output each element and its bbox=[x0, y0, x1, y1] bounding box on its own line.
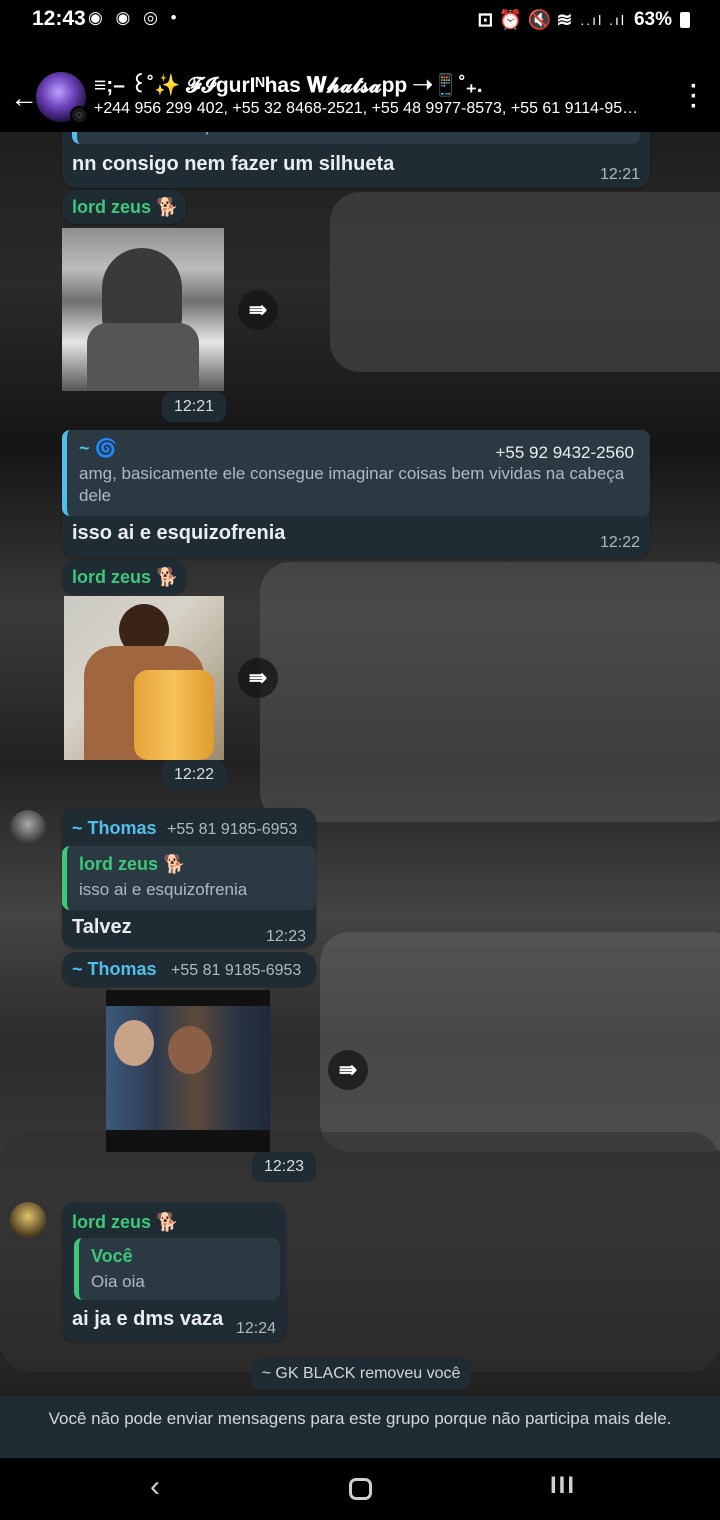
image-message[interactable] bbox=[64, 596, 224, 760]
wallpaper-shape bbox=[260, 562, 720, 822]
forward-icon[interactable]: ⇛ bbox=[328, 1050, 368, 1090]
avatar-status-icon: ◌ bbox=[70, 106, 88, 124]
sender-name[interactable]: ~ Thomas bbox=[72, 818, 157, 838]
image-figure bbox=[87, 323, 199, 391]
sender-name[interactable]: lord zeus 🐕 bbox=[72, 1212, 178, 1233]
nav-recent-apps-icon[interactable]: III bbox=[550, 1472, 576, 1500]
quoted-text: isso ai e esquizofrenia bbox=[79, 880, 248, 899]
forward-icon[interactable]: ⇛ bbox=[238, 658, 278, 698]
message-time: 12:24 bbox=[235, 1320, 276, 1337]
sender-name[interactable]: lord zeus 🐕 bbox=[72, 197, 178, 218]
message-time: 12:21 bbox=[599, 166, 640, 183]
quoted-message[interactable]: Você Oia oia bbox=[74, 1238, 280, 1300]
chat-header: ← ◌ ≡;– ꒰˚✨ 𝓕𝓘gurIᴺhas 𝐖𝓱𝓪𝓽𝓼𝓪pp ➝📱˚₊. +2… bbox=[0, 40, 720, 132]
quoted-sender: lord zeus 🐕 bbox=[79, 854, 186, 874]
system-message: ~ GK BLACK removeu você bbox=[252, 1358, 470, 1390]
not-participant-notice: Você não pode enviar mensagens para este… bbox=[0, 1396, 720, 1458]
wallpaper-shape bbox=[320, 932, 720, 1152]
quoted-message[interactable]: lord zeus 🐕 isso ai e esquizofrenia bbox=[62, 846, 316, 910]
message-time: 12:22 bbox=[599, 534, 640, 551]
message-bubble[interactable]: ~ Thomas +55 81 9185-6953 lord zeus 🐕 is… bbox=[62, 808, 316, 948]
sender-bubble[interactable]: ~ Thomas +55 81 9185-6953 bbox=[62, 952, 316, 986]
quoted-phone: +55 92 9432-2560 bbox=[495, 443, 635, 462]
sender-phone: +55 81 9185-6953 bbox=[166, 821, 298, 838]
message-bubble[interactable]: lord zeus 🐕 Você Oia oia ai ja e dms vaz… bbox=[62, 1202, 286, 1342]
message-bubble[interactable]: ~ 🌀 +55 92 9432-2560 amg, basicamente el… bbox=[62, 430, 650, 558]
image-message[interactable] bbox=[106, 990, 270, 1152]
back-arrow-icon[interactable]: ← bbox=[10, 82, 38, 114]
sender-name[interactable]: lord zeus 🐕 bbox=[72, 567, 178, 588]
wallpaper-shape bbox=[330, 192, 720, 372]
image-figure bbox=[114, 1020, 154, 1066]
sender-name[interactable]: ~ Thomas bbox=[72, 959, 157, 979]
quoted-message[interactable]: ~ 🌀 +55 92 9432-2560 amg, basicamente el… bbox=[62, 430, 650, 516]
group-title[interactable]: ≡;– ꒰˚✨ 𝓕𝓘gurIᴺhas 𝐖𝓱𝓪𝓽𝓼𝓪pp ➝📱˚₊. bbox=[94, 70, 483, 98]
image-bread bbox=[134, 670, 214, 760]
status-right: ⊡ ⏰ 🔇 ≋ ..ıl .ıl 63% bbox=[477, 8, 690, 32]
sender-row: ~ Thomas +55 81 9185-6953 bbox=[72, 959, 301, 980]
nav-home-icon[interactable] bbox=[349, 1478, 372, 1500]
chat-area[interactable]: ultima com a maça mais realista nn consi… bbox=[0, 132, 720, 1396]
quote-fragment: ultima com a maça mais realista bbox=[72, 132, 640, 144]
image-time: 12:22 bbox=[162, 760, 226, 790]
battery-level: 63% bbox=[633, 9, 672, 30]
quoted-text: amg, basicamente ele consegue imaginar c… bbox=[79, 464, 625, 505]
sender-bubble[interactable]: lord zeus 🐕 bbox=[62, 190, 186, 224]
battery-icon bbox=[680, 12, 690, 28]
thomas-avatar[interactable] bbox=[10, 810, 46, 846]
message-text: Talvez bbox=[72, 916, 132, 938]
message-text: ai ja e dms vaza bbox=[72, 1308, 224, 1330]
image-message[interactable] bbox=[62, 228, 224, 391]
image-time: 12:21 bbox=[162, 392, 226, 422]
sender-bubble[interactable]: lord zeus 🐕 bbox=[62, 560, 186, 594]
image-time: 12:23 bbox=[252, 1152, 316, 1182]
sender-row: ~ Thomas +55 81 9185-6953 bbox=[72, 818, 297, 839]
status-bar: 12:43 ◉ ◉ ◎ • ⊡ ⏰ 🔇 ≋ ..ıl .ıl 63% bbox=[0, 0, 720, 40]
signal-icon: ..ıl .ıl bbox=[580, 12, 626, 28]
message-bubble[interactable]: ultima com a maça mais realista nn consi… bbox=[62, 132, 650, 188]
system-icons: ⊡ ⏰ 🔇 ≋ bbox=[477, 10, 573, 31]
group-members[interactable]: +244 956 299 402, +55 32 8468-2521, +55 … bbox=[94, 100, 670, 118]
message-text: isso ai e esquizofrenia bbox=[72, 522, 286, 544]
message-time: 12:23 bbox=[265, 928, 306, 945]
quoted-sender: Você bbox=[91, 1246, 133, 1266]
nav-back-icon[interactable]: ‹ bbox=[150, 1470, 160, 1504]
status-time: 12:43 bbox=[32, 7, 86, 30]
image-figure bbox=[168, 1026, 212, 1074]
message-text: nn consigo nem fazer um silhueta bbox=[72, 153, 395, 175]
lord-zeus-avatar[interactable] bbox=[10, 1202, 46, 1238]
sender-phone: +55 81 9185-6953 bbox=[170, 962, 302, 979]
quoted-text: Oia oia bbox=[91, 1272, 145, 1291]
navigation-bar: ‹ III bbox=[0, 1458, 720, 1520]
forward-icon[interactable]: ⇛ bbox=[238, 290, 278, 330]
more-options-icon[interactable]: · · · bbox=[690, 75, 698, 119]
notification-icons: ◉ ◉ ◎ • bbox=[88, 8, 181, 27]
